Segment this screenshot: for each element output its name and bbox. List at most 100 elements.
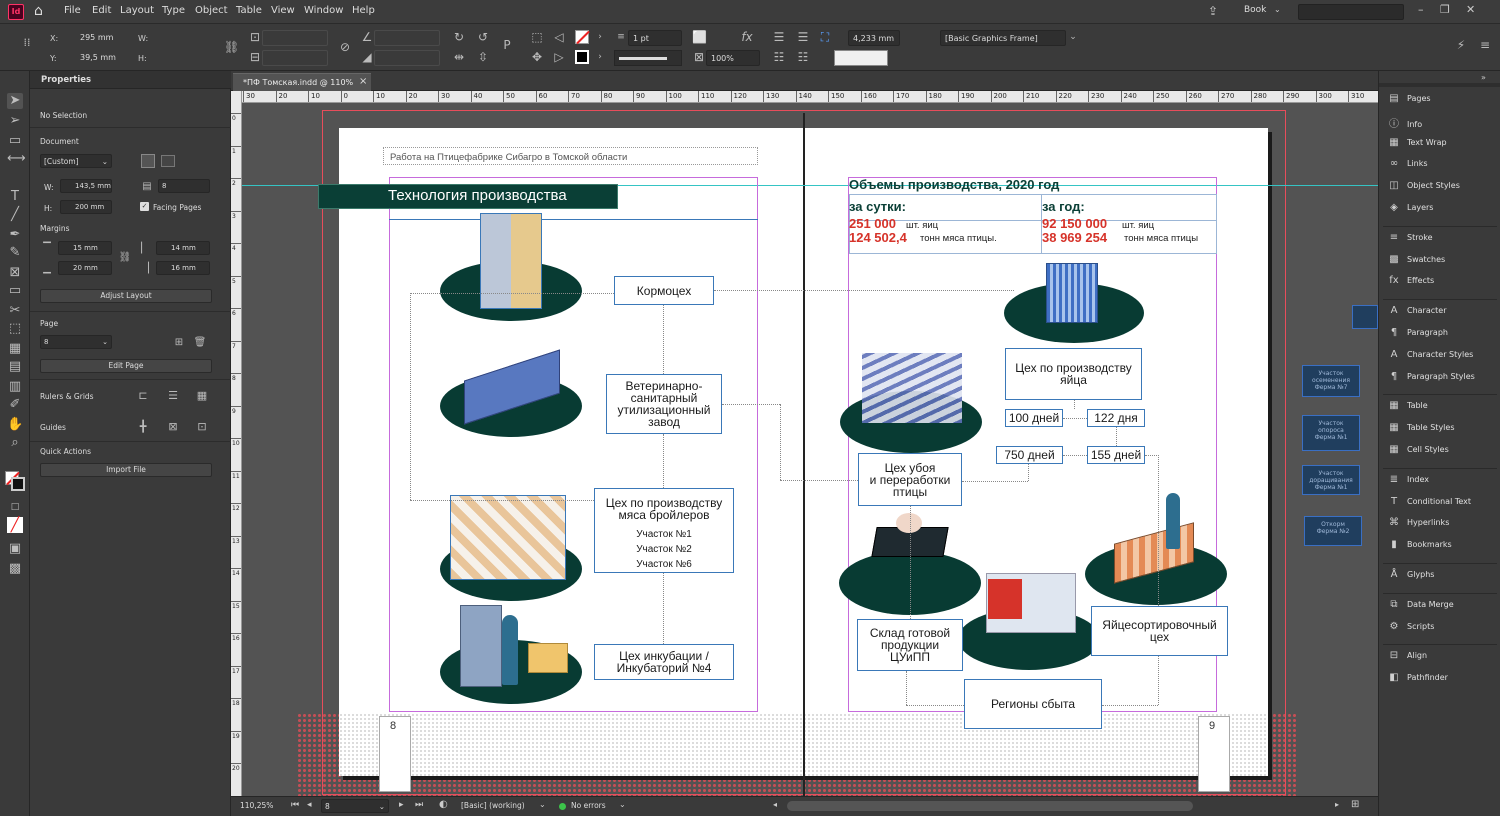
menu-file[interactable]: File — [64, 5, 81, 16]
search-field[interactable] — [1298, 4, 1404, 20]
properties-title[interactable]: Properties — [41, 75, 91, 85]
link-icon[interactable]: ⊘ — [338, 40, 352, 54]
menu-type[interactable]: Type — [162, 5, 185, 16]
line-tool-icon[interactable]: ╱ — [7, 207, 23, 223]
eyedropper-tool-icon[interactable]: ✐ — [7, 397, 23, 413]
horizontal-scrollbar[interactable] — [787, 801, 1193, 811]
align-left-icon[interactable]: ☰ — [772, 30, 786, 44]
scissors-tool-icon[interactable]: ✂ — [7, 303, 23, 319]
shear-icon[interactable]: ◢ — [360, 50, 374, 64]
menu-layout[interactable]: Layout — [120, 5, 154, 16]
document-tab[interactable]: *ПФ Томская.indd @ 110% × — [233, 73, 371, 91]
sales-box[interactable]: Регионы сбыта — [964, 679, 1102, 729]
lock-guides-icon[interactable]: ⊡ — [195, 420, 209, 434]
direct-selection-tool-icon[interactable]: ➢ — [7, 113, 23, 129]
distribute2-icon[interactable]: ☷ — [796, 50, 810, 64]
scale-y-icon[interactable]: ⊟ — [248, 50, 262, 64]
w-field[interactable] — [150, 30, 214, 46]
vertical-ruler[interactable]: 0 1 2 3 4 5 6 7 8 9 10 11 12 13 14 15 16 17 18 19 20 — [231, 91, 242, 796]
rectangle-frame-tool-icon[interactable]: ⊠ — [7, 265, 23, 281]
feedmill-box[interactable]: Кормоцех — [614, 276, 714, 305]
panel-swatches[interactable]: ▩ Swatches — [1387, 254, 1445, 265]
panel-hyperlinks[interactable]: ⌘ Hyperlinks — [1387, 517, 1449, 528]
apply-none-icon[interactable]: ╱ — [7, 517, 23, 533]
dock-collapse-icon[interactable]: » — [1481, 73, 1486, 82]
sync-icon[interactable]: ◐ — [439, 799, 448, 810]
stroke-type-select[interactable] — [614, 50, 682, 66]
opacity-icon[interactable]: ⊠ — [692, 50, 706, 64]
scroll-right-icon[interactable]: ▸ — [1335, 800, 1339, 809]
frame-fitting-icon[interactable]: ⬜ — [692, 30, 707, 44]
panel-index[interactable]: ≣ Index — [1387, 474, 1429, 485]
eggsort-box[interactable]: Яйцесортировочный цех — [1091, 606, 1228, 656]
h-field[interactable] — [150, 50, 214, 66]
shear-field[interactable] — [374, 50, 440, 66]
rotate-ccw-icon[interactable]: ↺ — [476, 30, 490, 44]
doc-width-field[interactable]: 143,5 mm — [60, 179, 112, 193]
rotate-icon[interactable]: ∠ — [360, 30, 374, 44]
scale-x-field[interactable] — [262, 30, 328, 46]
y-field[interactable]: 39,5 mm — [62, 50, 130, 66]
panel-table-styles[interactable]: ▦ Table Styles — [1387, 422, 1454, 433]
panel-pages[interactable]: ▤ Pages — [1387, 93, 1430, 104]
object-style-chevron-icon[interactable]: ⌄ — [1066, 30, 1080, 44]
warehouse-box[interactable]: Склад готовой продукции ЦУиПП — [857, 619, 963, 671]
formatting-container-icon[interactable]: □ T — [7, 499, 23, 528]
fill-menu-icon[interactable]: › — [593, 30, 607, 44]
margin-inside-field[interactable]: 14 mm — [156, 241, 210, 255]
scroll-left-icon[interactable]: ◂ — [773, 800, 777, 809]
margin-outside-field[interactable]: 16 mm — [156, 261, 210, 275]
slaughter-box[interactable]: Цех убоя и переработки птицы — [858, 453, 962, 506]
stroke-weight-field[interactable]: 1 pt — [628, 30, 682, 46]
scale-y-field[interactable] — [262, 50, 328, 66]
edit-page-button[interactable]: Edit Page — [40, 359, 212, 373]
panel-bookmarks[interactable]: ▮ Bookmarks — [1387, 539, 1451, 550]
days-122-box[interactable]: 122 дня — [1087, 409, 1145, 427]
panel-table[interactable]: ▦ Table — [1387, 400, 1427, 411]
distribute-icon[interactable]: ☷ — [772, 50, 786, 64]
facing-pages-checkbox[interactable]: ✓ — [140, 202, 149, 211]
quick-apply-icon[interactable]: ⚡ — [1454, 38, 1468, 52]
doc-height-field[interactable]: 200 mm — [60, 200, 112, 214]
type-tool-icon[interactable]: T — [7, 189, 23, 205]
close-button[interactable]: ✕ — [1466, 3, 1475, 16]
chevron-down-icon[interactable]: ⌄ — [1274, 5, 1281, 14]
pasteboard-item[interactable]: Откорм Ферма №2 — [1304, 516, 1362, 546]
stroke-weight-icon[interactable]: ≡ — [614, 30, 628, 44]
pasteboard-item[interactable]: Участок опороса Ферма №1 — [1302, 415, 1360, 451]
maximize-button[interactable]: ❐ — [1440, 3, 1450, 16]
select-next-icon[interactable]: ▷ — [552, 50, 566, 64]
stroke-swatch[interactable] — [575, 50, 589, 64]
zoom-tool-icon[interactable]: ⌕ — [7, 435, 23, 451]
panel-menu-icon[interactable]: ≡ — [1478, 38, 1492, 52]
incubation-box[interactable]: Цех инкубации / Инкубаторий №4 — [594, 644, 734, 680]
select-prev-icon[interactable]: ◁ — [552, 30, 566, 44]
rotate-field[interactable] — [374, 30, 440, 46]
baseline-grid-icon[interactable]: ☰ — [166, 389, 180, 403]
panel-stroke[interactable]: ≡ Stroke — [1387, 232, 1433, 243]
minimize-button[interactable]: – — [1418, 3, 1424, 16]
select-content-icon[interactable]: ✥ — [530, 50, 544, 64]
import-file-button[interactable]: Import File — [40, 463, 212, 477]
margin-bottom-field[interactable]: 20 mm — [58, 261, 112, 275]
broiler-box[interactable]: Цех по производству мяса бройлеров Участ… — [594, 488, 734, 573]
vetplant-box[interactable]: Ветеринарно- санитарный утилизационный з… — [606, 374, 722, 434]
panel-text-wrap[interactable]: ▦ Text Wrap — [1387, 137, 1446, 148]
panel-conditional-text[interactable]: T Conditional Text — [1387, 496, 1471, 507]
menu-help[interactable]: Help — [352, 5, 375, 16]
fill-preview[interactable] — [834, 50, 888, 66]
next-page-icon[interactable]: ▸ — [399, 800, 404, 810]
delete-page-icon[interactable]: 🗑 — [193, 336, 207, 350]
days-155-box[interactable]: 155 дней — [1087, 446, 1145, 464]
landscape-icon[interactable] — [161, 155, 175, 167]
preflight-profile[interactable]: [Basic] (working) — [461, 801, 525, 810]
rotate-cw-icon[interactable]: ↻ — [452, 30, 466, 44]
last-page-icon[interactable]: ⏭ — [415, 800, 423, 810]
pencil-tool-icon[interactable]: ✎ — [7, 245, 23, 261]
add-page-icon[interactable]: ⊞ — [172, 336, 186, 350]
page-number-field[interactable]: 8 ⌄ — [321, 799, 389, 813]
tab-close-icon[interactable]: × — [359, 76, 367, 87]
margin-top-field[interactable]: 15 mm — [58, 241, 112, 255]
menu-view[interactable]: View — [271, 5, 295, 16]
object-style-select[interactable]: [Basic Graphics Frame] — [940, 30, 1066, 46]
